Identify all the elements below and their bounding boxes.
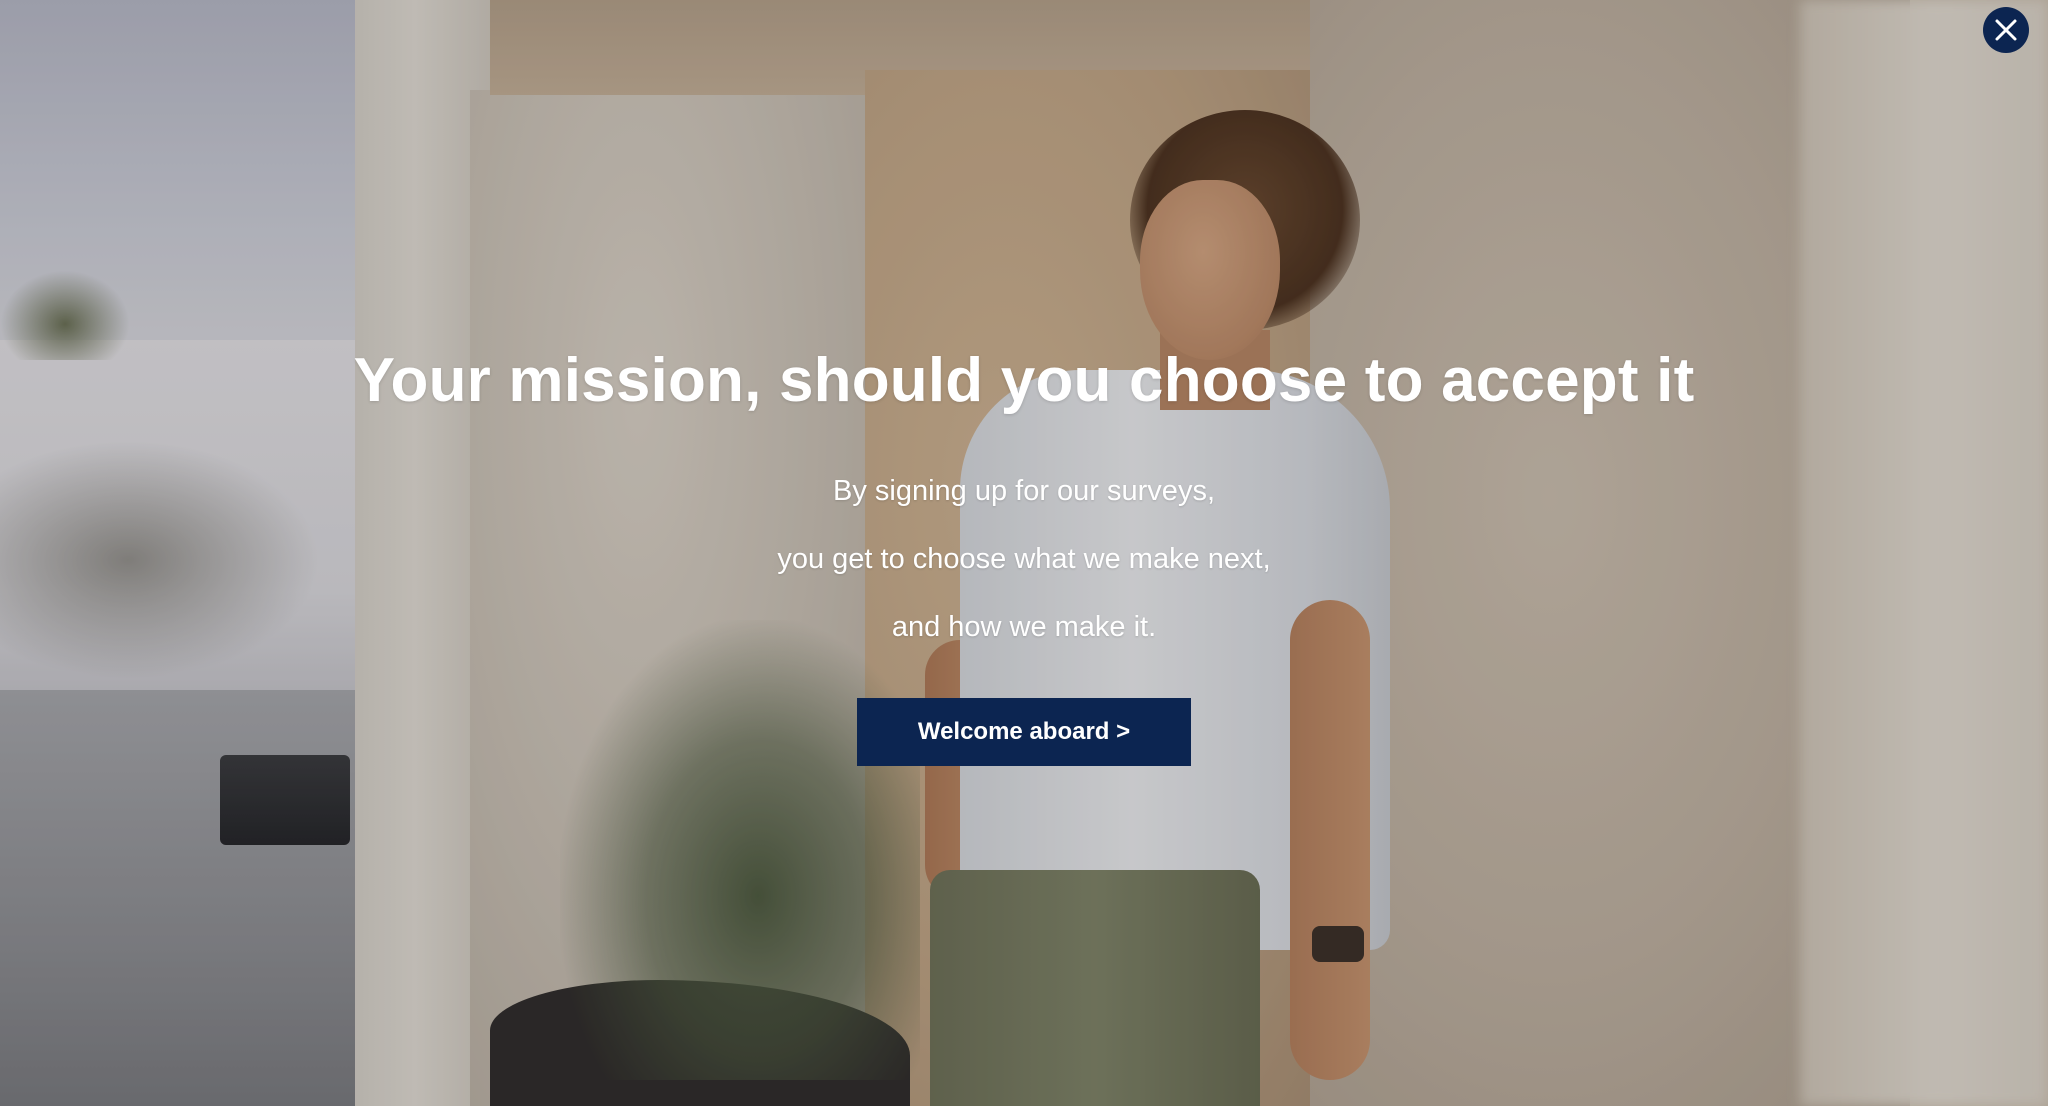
body-line: By signing up for our surveys, xyxy=(832,475,1215,507)
modal-body: By signing up for our surveys, you get t… xyxy=(777,457,1270,661)
welcome-aboard-button[interactable]: Welcome aboard > xyxy=(857,698,1191,766)
modal-headline: Your mission, should you choose to accep… xyxy=(353,346,1695,415)
body-line: and how we make it. xyxy=(891,611,1157,643)
survey-signup-modal: Your mission, should you choose to accep… xyxy=(0,0,2048,1106)
body-line: you get to choose what we make next, xyxy=(777,543,1271,575)
modal-content: Your mission, should you choose to accep… xyxy=(0,0,2048,1106)
